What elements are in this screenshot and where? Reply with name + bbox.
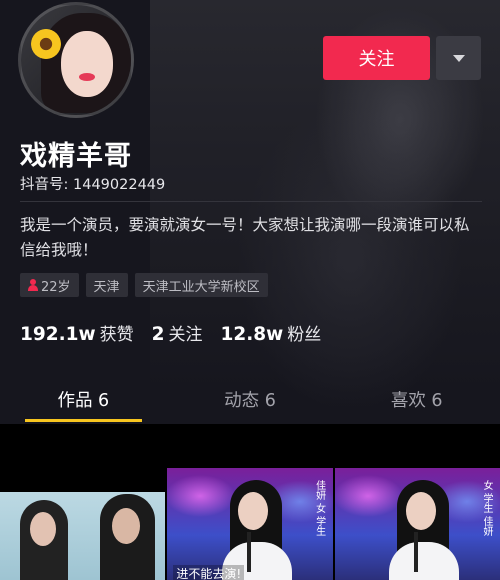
dropdown-triangle-icon [452,54,465,62]
tag-school-label: 天津工业大学新校区 [142,279,260,295]
stat-following-label: 关注 [168,325,203,345]
thumbnail-side-text: 女 学生 佳妍 [480,480,492,537]
profile-bio: 我是一个演员，要演就演女一号！大家想让我演哪一段演谁可以私信给我哦！ [20,216,470,259]
microphone-icon [414,532,418,572]
stat-followers-label: 粉丝 [287,325,322,345]
thumbnail-face [405,492,436,530]
tag-age-label: 22岁 [41,279,71,295]
follow-button[interactable]: 关注 [323,36,430,80]
stat-followers[interactable]: 12.8w 粉丝 [220,320,321,345]
follow-button-label: 关注 [358,49,395,70]
tab-moments-label: 动态 6 [224,391,276,411]
douyin-id: 抖音号: 1449022449 [20,177,166,193]
video-thumbnail[interactable]: 佳妍 女 学生 进不能去演! [167,424,333,580]
profile-tags: 22岁 天津 天津工业大学新校区 [20,273,268,297]
person-icon [28,279,38,291]
tab-works[interactable]: 作品 6 [0,380,167,424]
tag-city: 天津 [85,273,128,297]
video-grid: 佳妍 女 学生 进不能去演! 女 学生 佳妍 [0,424,500,580]
tab-works-label: 作品 6 [57,391,110,411]
stat-followers-num: 12.8w [220,324,284,345]
profile-stats: 192.1w 获赞 2 关注 12.8w 粉丝 [20,320,321,345]
microphone-icon [246,532,251,572]
content-tabs: 作品 6 动态 6 喜欢 6 [0,380,500,424]
tab-moments[interactable]: 动态 6 [167,380,334,424]
thumbnail-face [112,508,140,544]
tag-school: 天津工业大学新校区 [134,273,268,297]
thumbnail-side-text: 佳妍 女 学生 [313,480,325,537]
stat-likes-label: 获赞 [99,325,134,345]
stat-likes: 192.1w 获赞 [20,320,134,345]
more-options-button[interactable] [436,36,481,80]
tab-likes[interactable]: 喜欢 6 [333,380,500,424]
video-thumbnail[interactable] [0,424,166,580]
stat-following[interactable]: 2 关注 [152,320,203,345]
tag-age: 22岁 [20,273,79,297]
divider [20,201,482,202]
stat-likes-num: 192.1w [20,324,96,345]
avatar[interactable] [18,2,134,118]
profile-name: 戏精羊哥 [20,141,132,172]
video-thumbnail[interactable]: 女 学生 佳妍 [334,424,500,580]
tab-likes-label: 喜欢 6 [390,391,443,411]
sunflower-icon [31,29,61,59]
thumbnail-face [30,512,56,546]
tag-city-label: 天津 [93,279,120,295]
avatar-face [61,31,113,97]
avatar-lips [79,73,95,81]
thumbnail-caption: 进不能去演! [173,565,245,580]
stat-following-num: 2 [151,324,165,345]
